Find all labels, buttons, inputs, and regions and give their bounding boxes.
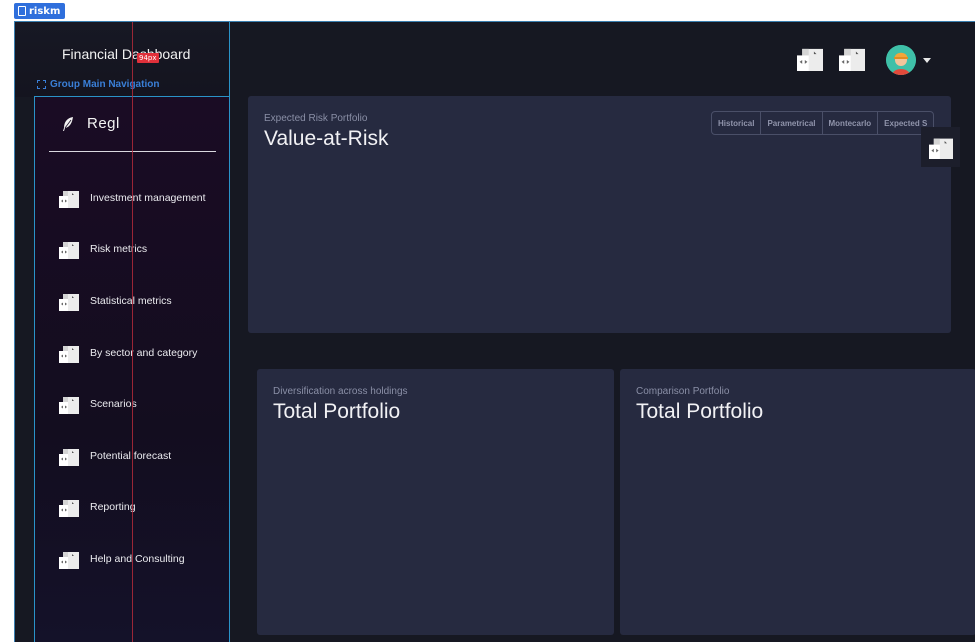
sidebar-header: Financial Dashboard Group Main Navigatio… bbox=[15, 22, 230, 97]
group-label: Group Main Navigation bbox=[37, 79, 159, 90]
card-subtitle: Diversification across holdings bbox=[273, 386, 408, 397]
sidebar-item-label: Risk metrics bbox=[90, 243, 148, 256]
image-placeholder-icon bbox=[59, 291, 79, 311]
var-card: Expected Risk Portfolio Value-at-Risk Hi… bbox=[248, 96, 951, 333]
selection-icon bbox=[37, 80, 46, 89]
image-placeholder-icon bbox=[59, 394, 79, 414]
card-subtitle: Comparison Portfolio bbox=[636, 386, 730, 397]
comparison-card: Comparison Portfolio Total Portfolio bbox=[620, 369, 975, 635]
sidebar-item-label: Reporting bbox=[90, 501, 136, 514]
method-montecarlo-button[interactable]: Montecarlo bbox=[821, 112, 878, 134]
image-placeholder-icon[interactable] bbox=[839, 44, 865, 72]
sidebar-item-label: Investment management bbox=[90, 191, 206, 204]
sidebar-item-label: Statistical metrics bbox=[90, 294, 172, 307]
frame-tab[interactable]: riskm bbox=[14, 3, 66, 19]
image-placeholder-icon bbox=[59, 446, 79, 466]
card-title: Value-at-Risk bbox=[264, 127, 389, 150]
image-placeholder-icon bbox=[59, 549, 79, 569]
image-placeholder-icon bbox=[59, 239, 79, 259]
dashboard-frame: Financial Dashboard Group Main Navigatio… bbox=[14, 21, 975, 642]
brand[interactable]: Regl bbox=[62, 115, 120, 132]
card-title: Total Portfolio bbox=[273, 400, 401, 423]
image-placeholder-icon[interactable] bbox=[797, 44, 823, 72]
measure-badge: 94px bbox=[137, 53, 159, 63]
measure-guide bbox=[132, 22, 133, 642]
feather-logo-icon bbox=[63, 116, 73, 131]
sidebar-item-label: By sector and category bbox=[90, 346, 198, 359]
image-placeholder-icon bbox=[59, 497, 79, 517]
app-title: Financial Dashboard bbox=[62, 46, 191, 62]
document-icon bbox=[18, 6, 26, 16]
topbar-actions bbox=[797, 44, 865, 72]
user-avatar-icon[interactable] bbox=[886, 45, 916, 75]
image-placeholder-icon bbox=[59, 343, 79, 363]
method-selector: Historical Parametrical Montecarlo Expec… bbox=[711, 111, 935, 135]
floating-action[interactable] bbox=[921, 127, 960, 167]
card-subtitle: Expected Risk Portfolio bbox=[264, 113, 368, 124]
image-placeholder-icon bbox=[59, 188, 79, 208]
sidebar-item-label: Help and Consulting bbox=[90, 552, 185, 565]
caret-down-icon[interactable] bbox=[923, 58, 931, 63]
sidebar-item-label: Potential forecast bbox=[90, 449, 172, 462]
group-label-text: Group Main Navigation bbox=[50, 79, 160, 90]
method-historical-button[interactable]: Historical bbox=[712, 112, 760, 134]
image-placeholder-icon bbox=[929, 135, 953, 159]
sidebar-item-label: Scenarios bbox=[90, 398, 137, 411]
brand-name: Regl bbox=[87, 115, 120, 132]
frame-tab-label: riskm bbox=[29, 5, 61, 17]
card-title: Total Portfolio bbox=[636, 400, 764, 423]
diversification-card: Diversification across holdings Total Po… bbox=[257, 369, 614, 635]
method-parametrical-button[interactable]: Parametrical bbox=[760, 112, 821, 134]
